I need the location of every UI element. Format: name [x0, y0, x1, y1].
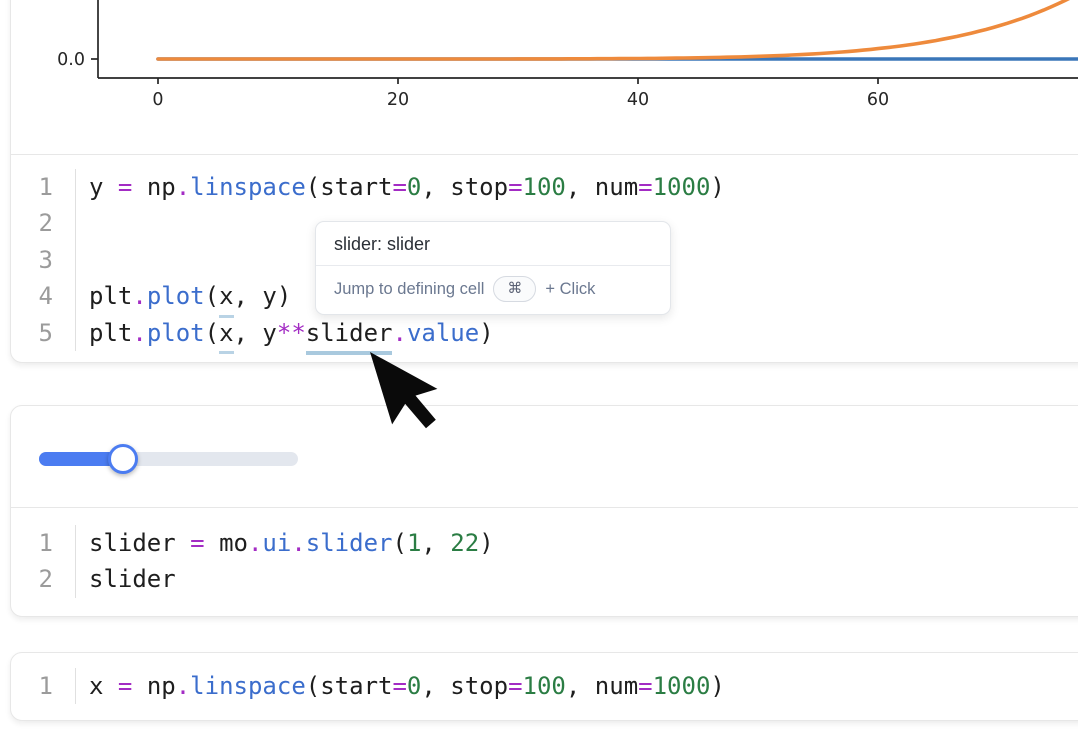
- cell-x: 1x = np.linspace(start=0, stop=100, num=…: [10, 652, 1078, 721]
- slider-widget[interactable]: [39, 452, 298, 466]
- command-key-pill: ⌘: [493, 276, 536, 302]
- code-line[interactable]: 1x = np.linspace(start=0, stop=100, num=…: [11, 668, 1078, 704]
- code-line[interactable]: 1slider = mo.ui.slider(1, 22): [11, 525, 1078, 561]
- code-line[interactable]: 1y = np.linspace(start=0, stop=100, num=…: [11, 169, 1078, 205]
- tooltip-action-row[interactable]: Jump to defining cell ⌘ + Click: [316, 266, 670, 314]
- code-line-text[interactable]: slider: [76, 561, 176, 597]
- svg-text:60: 60: [867, 90, 889, 110]
- tooltip-title: slider: slider: [316, 222, 670, 265]
- line-number: 2: [11, 561, 76, 597]
- slider-output-area: [11, 406, 1078, 507]
- svg-text:40: 40: [627, 90, 649, 110]
- mouse-cursor: [330, 348, 450, 458]
- code-line-text[interactable]: [76, 242, 89, 278]
- code-line-text[interactable]: x = np.linspace(start=0, stop=100, num=1…: [76, 668, 725, 704]
- code-line-text[interactable]: plt.plot(x, y**slider.value): [76, 315, 494, 351]
- command-key-icon: ⌘: [507, 279, 522, 299]
- code-line[interactable]: 2slider: [11, 561, 1078, 597]
- svg-text:20: 20: [387, 90, 409, 110]
- tooltip-action-label: Jump to defining cell: [334, 280, 484, 299]
- line-number: 2: [11, 205, 76, 241]
- matplotlib-line-chart: 0 20 40 60 0.0: [11, 0, 1078, 154]
- line-number: 3: [11, 242, 76, 278]
- code-editor-x[interactable]: 1x = np.linspace(start=0, stop=100, num=…: [11, 653, 1078, 720]
- tooltip-action-suffix: + Click: [545, 280, 595, 299]
- svg-text:0: 0: [152, 90, 163, 110]
- line-number: 1: [11, 525, 76, 561]
- plot-output-area: 0 20 40 60 0.0: [11, 0, 1078, 154]
- slider-thumb[interactable]: [108, 444, 138, 474]
- line-number: 1: [11, 169, 76, 205]
- code-editor-slider[interactable]: 1slider = mo.ui.slider(1, 22)2slider: [11, 507, 1078, 617]
- cell-slider: 1slider = mo.ui.slider(1, 22)2slider: [10, 405, 1078, 617]
- svg-text:0.0: 0.0: [57, 50, 85, 70]
- line-number: 1: [11, 668, 76, 704]
- code-line-text[interactable]: plt.plot(x, y): [76, 278, 291, 314]
- code-line[interactable]: 5plt.plot(x, y**slider.value): [11, 315, 1078, 351]
- code-line-text[interactable]: slider = mo.ui.slider(1, 22): [76, 525, 494, 561]
- variable-tooltip: slider: slider Jump to defining cell ⌘ +…: [315, 221, 671, 315]
- line-number: 4: [11, 278, 76, 314]
- code-line-text[interactable]: [76, 205, 89, 241]
- marimo-notebook: 02040600.0 1y = np.linspace(start=0, sto…: [0, 0, 1078, 746]
- code-line-text[interactable]: y = np.linspace(start=0, stop=100, num=1…: [76, 169, 725, 205]
- line-number: 5: [11, 315, 76, 351]
